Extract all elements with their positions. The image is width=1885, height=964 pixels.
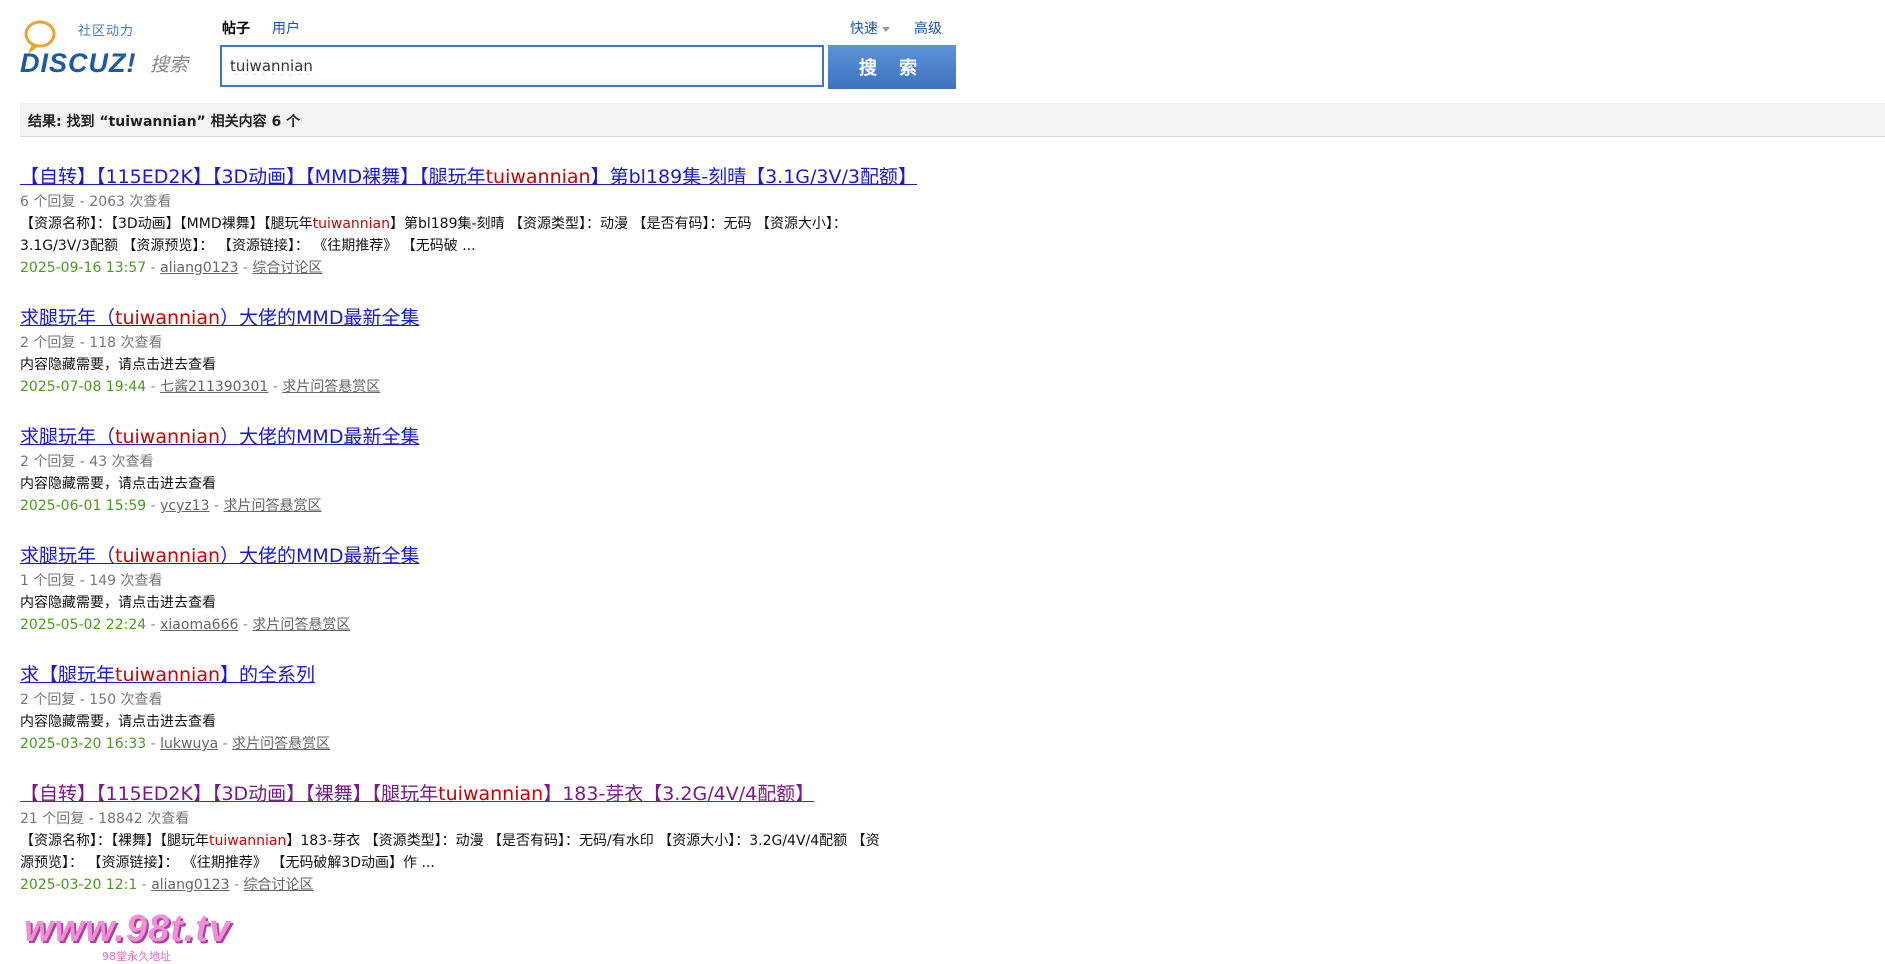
result-snippet: 【资源名称】：【3D动画】【MMD裸舞】【腿玩年tuiwannian】第bl18…	[20, 216, 847, 232]
logo-search-word: 搜索	[150, 54, 189, 76]
result-date: 2025-09-16 13:57	[20, 260, 147, 276]
result-info: 2025-03-20 16:33 - lukwuya - 求片问答悬赏区	[20, 736, 331, 752]
result-author-link[interactable]: ycyz13	[160, 498, 209, 514]
keyword-highlight: tuiwannian	[115, 426, 221, 448]
logo-subtitle: 社区动力	[78, 24, 135, 39]
keyword-highlight: tuiwannian	[115, 664, 221, 686]
result-date: 2025-07-08 19:44	[20, 379, 147, 395]
result-stats: 2 个回复 - 43 次查看	[20, 454, 154, 470]
result-title-link[interactable]: 求【腿玩年tuiwannian】的全系列	[20, 662, 315, 688]
result-snippet: 内容隐藏需要，请点击进去查看	[20, 357, 216, 373]
result-info: 2025-09-16 13:57 - aliang0123 - 综合讨论区	[20, 260, 323, 276]
search-results-list: 【自转】【115ED2K】【3D动画】【MMD裸舞】【腿玩年tuiwannian…	[20, 164, 980, 922]
result-date: 2025-06-01 15:59	[20, 498, 147, 514]
result-author-link[interactable]: aliang0123	[151, 877, 229, 893]
result-stats: 6 个回复 - 2063 次查看	[20, 194, 172, 210]
result-stats: 21 个回复 - 18842 次查看	[20, 811, 190, 827]
search-result: 求腿玩年（tuiwannian）大佬的MMD最新全集 2 个回复 - 43 次查…	[20, 424, 980, 517]
result-summary-text: 结果: 找到 “tuiwannian” 相关内容 6 个	[28, 114, 301, 130]
search-mode-links: 快速 高级	[850, 18, 942, 38]
advanced-search-link[interactable]: 高级	[914, 18, 942, 38]
result-date: 2025-03-20 16:33	[20, 736, 147, 752]
result-date: 2025-05-02 22:24	[20, 617, 147, 633]
keyword-highlight: tuiwannian	[115, 307, 221, 329]
search-scope-tabs: 帖子 用户	[222, 18, 300, 38]
discuz-logo[interactable]: 社区动力 DISCUZ! 搜索	[20, 18, 196, 88]
keyword-highlight: tuiwannian	[312, 216, 390, 232]
result-stats: 1 个回复 - 149 次查看	[20, 573, 163, 589]
result-stats: 2 个回复 - 150 次查看	[20, 692, 163, 708]
result-author-link[interactable]: lukwuya	[160, 736, 218, 752]
result-forum-link[interactable]: 综合讨论区	[252, 260, 322, 276]
search-result: 求腿玩年（tuiwannian）大佬的MMD最新全集 1 个回复 - 149 次…	[20, 543, 980, 636]
result-date: 2025-03-20 12:1	[20, 877, 138, 893]
result-info: 2025-07-08 19:44 - 七酱211390301 - 求片问答悬赏区	[20, 379, 381, 395]
search-input[interactable]	[220, 45, 824, 87]
result-title-link[interactable]: 【自转】【115ED2K】【3D动画】【裸舞】【腿玩年tuiwannian】18…	[20, 781, 814, 807]
result-forum-link[interactable]: 求片问答悬赏区	[224, 498, 322, 514]
result-info: 2025-05-02 22:24 - xiaoma666 - 求片问答悬赏区	[20, 617, 351, 633]
result-stats: 2 个回复 - 118 次查看	[20, 335, 163, 351]
keyword-highlight: tuiwannian	[438, 783, 544, 805]
result-snippet: 【资源名称】：【裸舞】【腿玩年tuiwannian】183-芽衣 【资源类型】：…	[20, 833, 880, 849]
result-forum-link[interactable]: 求片问答悬赏区	[282, 379, 380, 395]
result-author-link[interactable]: 七酱211390301	[160, 379, 268, 395]
keyword-highlight: tuiwannian	[115, 545, 221, 567]
result-info: 2025-06-01 15:59 - ycyz13 - 求片问答悬赏区	[20, 498, 322, 514]
search-result: 【自转】【115ED2K】【3D动画】【裸舞】【腿玩年tuiwannian】18…	[20, 781, 980, 896]
result-snippet-continued: 源预览】： 【资源链接】： 《往期推荐》 【无码破解3D动画】作 ...	[20, 855, 435, 871]
chevron-down-icon	[882, 26, 890, 32]
search-result: 【自转】【115ED2K】【3D动画】【MMD裸舞】【腿玩年tuiwannian…	[20, 164, 980, 279]
result-forum-link[interactable]: 求片问答悬赏区	[232, 736, 330, 752]
search-result: 求【腿玩年tuiwannian】的全系列 2 个回复 - 150 次查看 内容隐…	[20, 662, 980, 755]
keyword-highlight: tuiwannian	[485, 166, 591, 188]
result-snippet-continued: 3.1G/3V/3配额 【资源预览】： 【资源链接】： 《往期推荐》 【无码破 …	[20, 238, 476, 254]
result-info: 2025-03-20 12:1 - aliang0123 - 综合讨论区	[20, 877, 314, 893]
result-snippet: 内容隐藏需要，请点击进去查看	[20, 714, 216, 730]
result-title-link[interactable]: 【自转】【115ED2K】【3D动画】【MMD裸舞】【腿玩年tuiwannian…	[20, 164, 917, 190]
tab-posts[interactable]: 帖子	[222, 18, 250, 38]
tab-users[interactable]: 用户	[272, 18, 300, 38]
result-title-link[interactable]: 求腿玩年（tuiwannian）大佬的MMD最新全集	[20, 543, 419, 569]
result-forum-link[interactable]: 综合讨论区	[243, 877, 313, 893]
keyword-highlight: tuiwannian	[209, 833, 287, 849]
logo-brand: DISCUZ!	[20, 48, 137, 78]
result-author-link[interactable]: xiaoma666	[160, 617, 238, 633]
search-button[interactable]: 搜 索	[828, 45, 956, 89]
site-watermark: www.98t.tv 98堂永久地址	[24, 908, 244, 963]
result-snippet: 内容隐藏需要，请点击进去查看	[20, 595, 216, 611]
search-result: 求腿玩年（tuiwannian）大佬的MMD最新全集 2 个回复 - 118 次…	[20, 305, 980, 398]
result-title-link[interactable]: 求腿玩年（tuiwannian）大佬的MMD最新全集	[20, 305, 419, 331]
watermark-subtext: 98堂永久地址	[102, 950, 171, 963]
result-forum-link[interactable]: 求片问答悬赏区	[252, 617, 350, 633]
quick-search-label: 快速	[850, 21, 878, 37]
result-summary-bar: 结果: 找到 “tuiwannian” 相关内容 6 个	[20, 103, 1885, 137]
result-title-link[interactable]: 求腿玩年（tuiwannian）大佬的MMD最新全集	[20, 424, 419, 450]
result-snippet: 内容隐藏需要，请点击进去查看	[20, 476, 216, 492]
quick-search-dropdown[interactable]: 快速	[850, 18, 890, 38]
result-author-link[interactable]: aliang0123	[160, 260, 238, 276]
watermark-text: www.98t.tv	[24, 908, 232, 950]
